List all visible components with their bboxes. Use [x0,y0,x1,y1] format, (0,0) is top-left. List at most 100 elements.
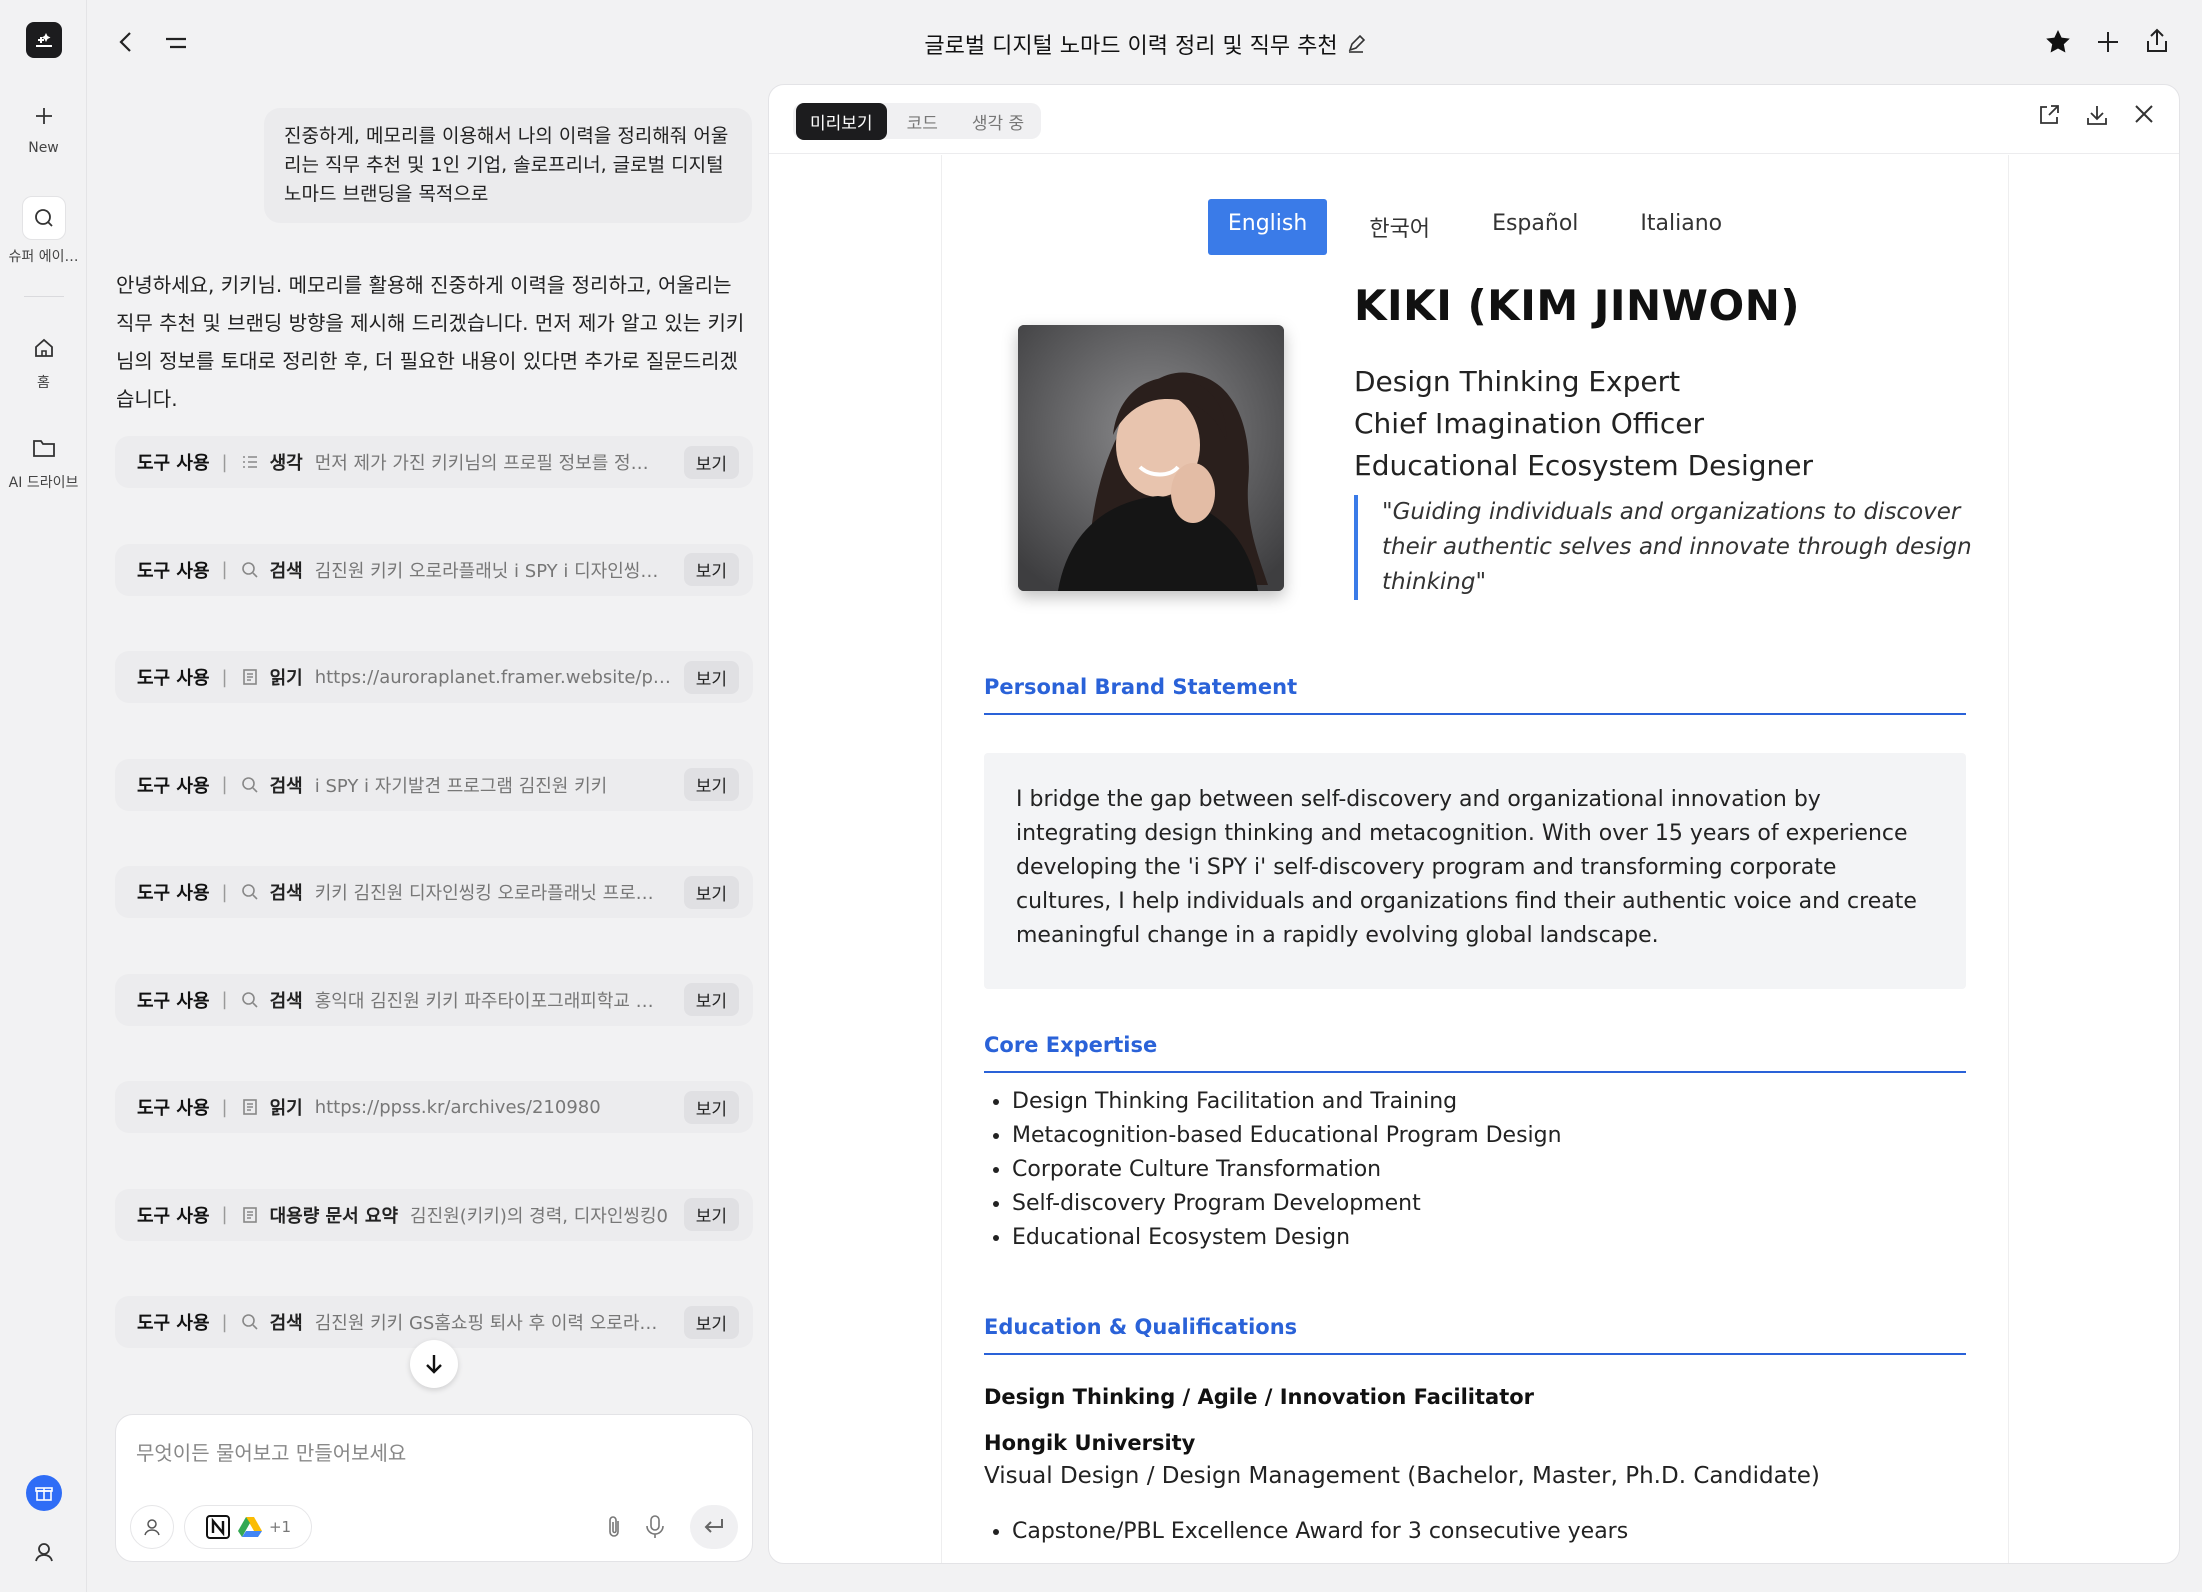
tool-usage-row[interactable]: 도구 사용 | 검색 i SPY i 자기발견 프로그램 김진원 키키 보기 [115,758,753,811]
education-degree: Visual Design / Design Management (Bache… [984,1463,1820,1489]
tool-usage-row[interactable]: 도구 사용 | 검색 홍익대 김진원 키키 파주타이포그래피학교 … 보기 [115,973,753,1026]
gift-icon[interactable] [26,1475,62,1511]
tool-description: 김진원(키키)의 경력, 디자인씽킹0 [410,1205,668,1227]
section-title-brand: Personal Brand Statement [984,675,1966,715]
composer-input[interactable]: 무엇이든 물어보고 만들어보세요 [136,1437,406,1466]
education-role: Design Thinking / Agile / Innovation Fac… [984,1385,1535,1409]
tab-code[interactable]: 코드 [893,103,952,140]
tool-separator: | [221,451,228,473]
agent-icon [21,196,66,240]
tool-view-button[interactable]: 보기 [683,553,739,586]
integrations-button[interactable]: +1 [184,1505,312,1549]
profile-icon[interactable] [32,1540,56,1564]
tool-kind: 읽기 [269,668,303,689]
left-rail: New 슈퍼 에이… 홈 AI 드라이브 [0,0,87,1592]
tool-kind: 생각 [269,453,303,474]
rail-super-agent[interactable]: 슈퍼 에이… [0,196,87,266]
tool-usage-label: 도구 사용 [137,1205,210,1227]
tool-usage-label: 도구 사용 [137,668,210,689]
microphone-icon[interactable] [644,1514,690,1540]
tool-view-button[interactable]: 보기 [683,1090,739,1124]
panel-actions [2037,103,2155,127]
resume-document: English 한국어 Español Italiano KIKI (KIM J… [941,155,2009,1563]
tool-view-button[interactable]: 보기 [683,875,739,909]
expertise-item: Corporate Culture Transformation [1012,1153,1562,1187]
resume-name: KIKI (KIM JINWON) [1354,281,1801,330]
expertise-item: Self-discovery Program Development [1012,1187,1562,1221]
arrow-down-icon [426,1355,442,1374]
rail-ai-drive[interactable]: AI 드라이브 [0,434,87,492]
tool-usage-row[interactable]: 도구 사용 | 검색 김진원 키키 오로라플래닛 i SPY i 디자인씽… 보기 [115,543,753,596]
rail-new-button[interactable]: New [0,102,87,156]
tool-separator: | [221,1204,228,1225]
tool-separator: | [221,1311,228,1333]
new-tab-plus-icon[interactable] [2096,30,2120,54]
tool-kind: 검색 [269,1313,303,1334]
expertise-item: Metacognition-based Educational Program … [1012,1119,1562,1153]
tool-usage-label: 도구 사용 [137,560,210,582]
tab-preview[interactable]: 미리보기 [796,102,887,140]
top-bar: 글로벌 디지털 노마드 이력 정리 및 직무 추천 [88,0,2202,84]
tool-description: i SPY i 자기발견 프로그램 김진원 키키 [314,775,608,797]
tool-usage-label: 도구 사용 [137,1313,210,1334]
send-button[interactable] [690,1505,738,1549]
document-icon [240,1205,260,1225]
tool-kind: 검색 [269,990,303,1012]
share-icon[interactable] [2144,28,2170,54]
attach-icon[interactable] [604,1514,644,1540]
close-icon[interactable] [2133,103,2155,127]
expertise-list: Design Thinking Facilitation and Trainin… [1012,1085,1562,1255]
tool-separator: | [221,881,228,903]
rail-super-agent-label: 슈퍼 에이… [8,249,79,265]
tool-usage-row[interactable]: 도구 사용 | 읽기 https://ppss.kr/archives/210980 보… [115,1081,753,1133]
lang-spanish[interactable]: Español [1472,199,1598,255]
tool-usage-row[interactable]: 도구 사용 | 검색 키키 김진원 디자인씽킹 오로라플래닛 프로… 보기 [115,866,753,918]
tool-description: 키키 김진원 디자인씽킹 오로라플래닛 프로… [314,883,654,904]
section-title-education: Education & Qualifications [984,1315,1966,1355]
tool-separator: | [221,559,228,580]
preview-panel: 미리보기 코드 생각 중 English 한국어 Español Italian… [768,84,2180,1564]
search-icon [240,775,260,795]
lang-italian[interactable]: Italiano [1620,199,1742,255]
tool-view-button[interactable]: 보기 [683,1198,739,1231]
profile-photo [1018,325,1284,591]
tool-view-button[interactable]: 보기 [683,983,739,1016]
favorite-star-icon[interactable] [2044,28,2072,56]
tool-kind: 읽기 [269,1098,303,1119]
chat-composer[interactable]: 무엇이든 물어보고 만들어보세요 +1 [115,1414,753,1562]
tool-view-button[interactable]: 보기 [683,1305,739,1339]
tool-description: 홍익대 김진원 키키 파주타이포그래피학교 … [314,990,654,1012]
tool-description: 김진원 키키 오로라플래닛 i SPY i 디자인씽… [314,560,659,582]
tool-usage-label: 도구 사용 [137,990,210,1012]
tool-view-button[interactable]: 보기 [683,768,739,801]
expertise-item: Design Thinking Facilitation and Trainin… [1012,1085,1562,1119]
lang-korean[interactable]: 한국어 [1349,199,1450,255]
folder-icon [30,434,58,462]
person-icon [144,1519,160,1536]
tool-usage-row[interactable]: 도구 사용 | 생각 먼저 제가 가진 키키님의 프로필 정보를 정… 보기 [115,436,753,488]
expertise-item: Educational Ecosystem Design [1012,1221,1562,1255]
tool-kind: 검색 [269,883,303,904]
resume-role-2: Chief Imagination Officer [1354,407,1704,440]
page-title: 글로벌 디지털 노마드 이력 정리 및 직무 추천 [88,28,2202,60]
open-external-icon[interactable] [2037,103,2061,127]
tool-usage-label: 도구 사용 [137,883,210,904]
lang-english[interactable]: English [1207,199,1328,255]
tab-thinking[interactable]: 생각 중 [958,103,1038,140]
rail-home[interactable]: 홈 [0,334,87,392]
resume-role-3: Educational Ecosystem Designer [1354,449,1813,482]
tool-usage-row[interactable]: 도구 사용 | 읽기 https://auroraplanet.framer.webs… [115,651,753,703]
edit-title-icon[interactable] [1346,34,1366,54]
tool-kind: 검색 [269,775,303,797]
tool-view-button[interactable]: 보기 [683,660,739,694]
google-drive-icon [237,1517,262,1537]
tool-view-button[interactable]: 보기 [683,445,739,479]
tool-usage-row[interactable]: 도구 사용 | 대용량 문서 요약 김진원(키키)의 경력, 디자인씽킹0 보기 [115,1188,753,1241]
tool-usage-label: 도구 사용 [137,453,210,474]
section-title-expertise: Core Expertise [984,1033,1966,1073]
scroll-down-button[interactable] [410,1340,458,1388]
education-university: Hongik University [984,1431,1196,1455]
app-logo-icon[interactable] [26,22,62,58]
download-icon[interactable] [2085,103,2109,127]
persona-button[interactable] [130,1505,174,1549]
